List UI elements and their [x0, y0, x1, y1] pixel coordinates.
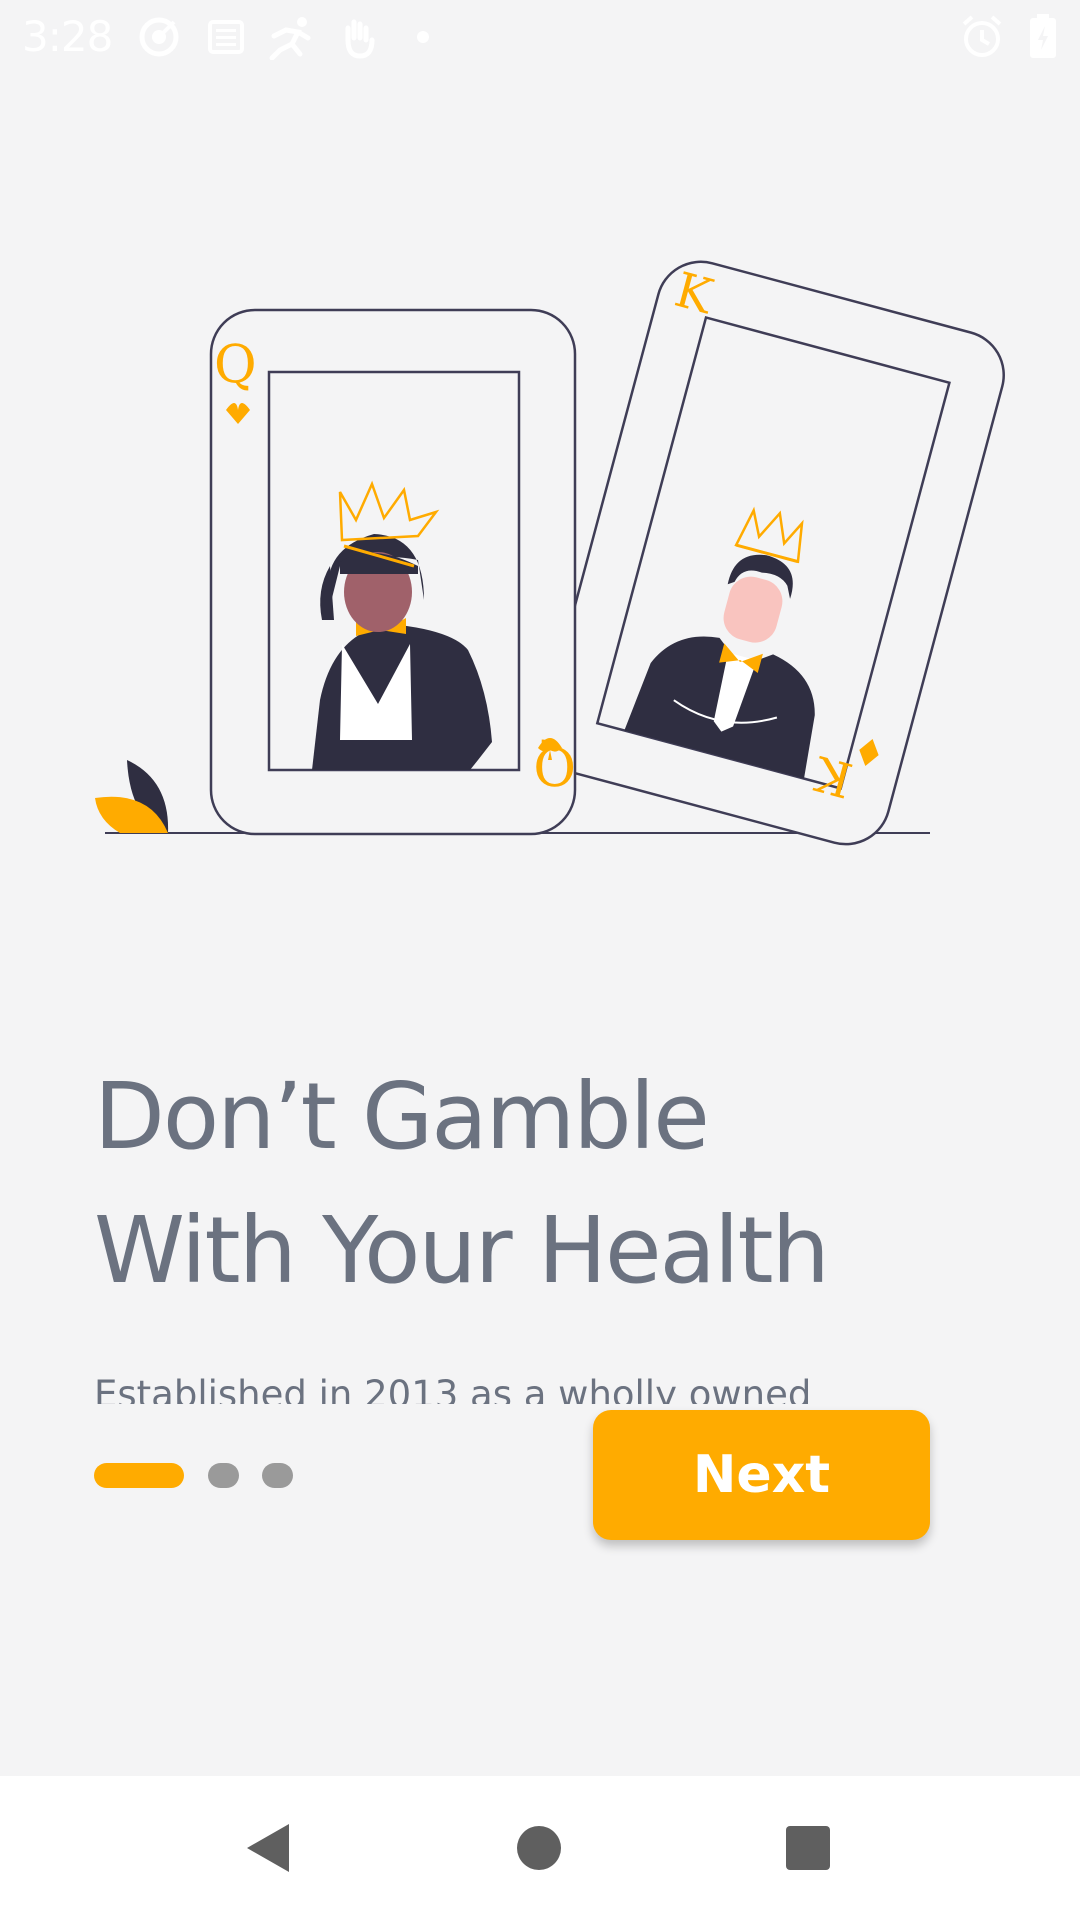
page-indicator-dot-3[interactable]: [262, 1463, 293, 1488]
home-icon: [517, 1826, 561, 1870]
next-button[interactable]: Next: [593, 1410, 930, 1540]
home-button[interactable]: [503, 1812, 575, 1884]
dot-icon: [417, 31, 429, 43]
back-icon: [247, 1824, 289, 1872]
list-icon: [208, 20, 244, 54]
description-clip: Established in 2013 as a wholly owned: [94, 1372, 894, 1404]
svg-text:Q: Q: [214, 335, 257, 395]
playing-cards-illustration-icon: K K Q Q: [95, 260, 1005, 846]
description-text: Established in 2013 as a wholly owned: [94, 1373, 812, 1404]
running-icon: [269, 17, 311, 60]
page-title-line-1: Don’t Gamble: [94, 1063, 710, 1170]
battery-icon: [1030, 14, 1056, 58]
target-icon: [139, 17, 179, 57]
hand-icon: [345, 19, 375, 59]
page-indicator-dot-1[interactable]: [94, 1463, 184, 1488]
recents-button[interactable]: [772, 1812, 844, 1884]
system-nav-bar: [0, 1776, 1080, 1920]
page-indicator-dot-2[interactable]: [208, 1463, 239, 1488]
status-bar: 3:28: [0, 0, 1080, 74]
alarm-icon: [962, 15, 1002, 57]
onboarding-screen: 3:28 K K Q Q Don’t Gamble With Your Heal…: [0, 0, 1080, 1920]
recents-icon: [786, 1826, 830, 1870]
status-time: 3:28: [22, 12, 113, 61]
page-title: Don’t Gamble With Your Health: [94, 1050, 994, 1318]
page-title-line-2: With Your Health: [94, 1197, 830, 1304]
back-button[interactable]: [232, 1812, 304, 1884]
